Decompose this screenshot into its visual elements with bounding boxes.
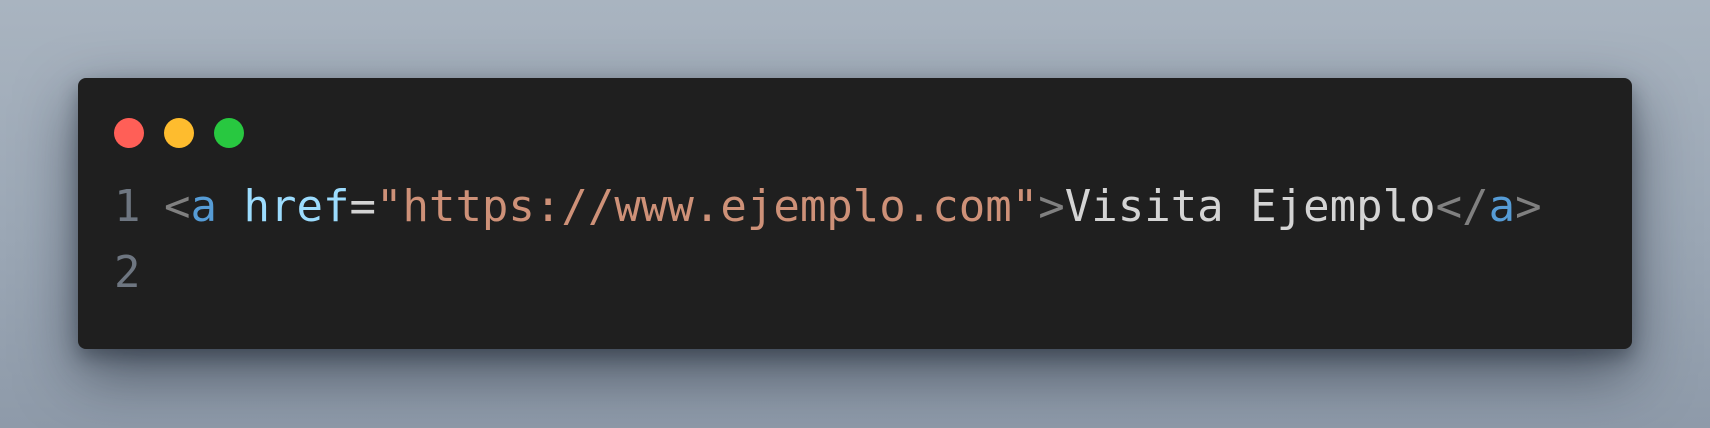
line-number: 2 — [114, 247, 141, 298]
line-number: 1 — [114, 181, 141, 232]
code-token: < — [164, 181, 191, 232]
code-token: </ — [1435, 181, 1489, 232]
code-token: a — [1488, 181, 1516, 232]
code-window: 1 <a href="https://www.ejemplo.com">Visi… — [78, 78, 1632, 349]
code-token: "https://www.ejemplo.com" — [375, 181, 1039, 232]
code-token: href — [243, 181, 350, 232]
close-button[interactable] — [114, 118, 144, 148]
line-content: <a href="https://www.ejemplo.com">Visita… — [164, 174, 1542, 240]
minimize-button[interactable] — [164, 118, 194, 148]
code-token: > — [1515, 181, 1542, 232]
code-token: a — [190, 181, 218, 232]
code-line: 1 <a href="https://www.ejemplo.com">Visi… — [114, 174, 1612, 240]
code-token: > — [1038, 181, 1065, 232]
code-token: Visita Ejemplo — [1064, 181, 1436, 232]
code-editor[interactable]: 1 <a href="https://www.ejemplo.com">Visi… — [114, 174, 1612, 306]
code-line: 2 — [114, 240, 1612, 306]
code-token: = — [349, 181, 376, 232]
maximize-button[interactable] — [214, 118, 244, 148]
window-controls — [114, 118, 244, 148]
